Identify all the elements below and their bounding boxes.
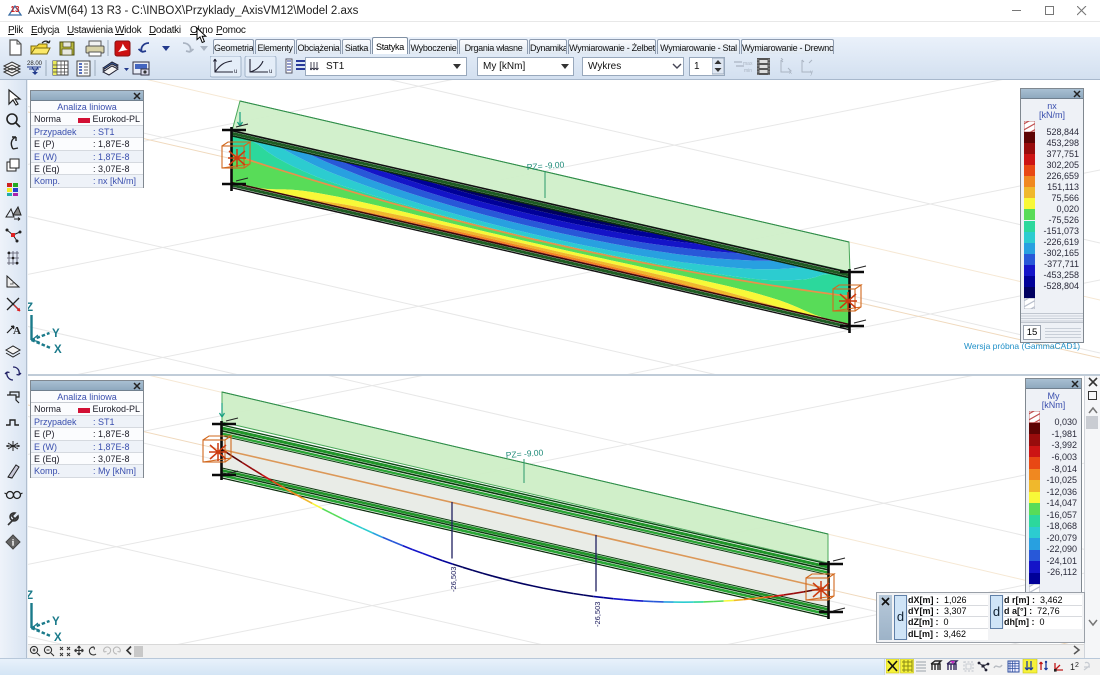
svg-text:13: 13 [11, 5, 20, 14]
svg-text:Y: Y [52, 328, 60, 340]
svg-text:Y: Y [52, 616, 60, 628]
svg-text:-26,503: -26,503 [449, 567, 458, 592]
svg-text:28.00: 28.00 [27, 61, 43, 67]
svg-text:Z: Z [28, 590, 33, 602]
svg-text:PZ= -9.00: PZ= -9.00 [526, 159, 564, 172]
svg-text:X: X [54, 632, 62, 644]
svg-text:u: u [234, 69, 237, 75]
svg-text:u: u [269, 69, 272, 75]
svg-text:X: X [54, 344, 62, 356]
svg-text:A: A [13, 325, 21, 337]
svg-text:PZ= -9.00: PZ= -9.00 [505, 447, 543, 460]
svg-text:min: min [744, 68, 752, 74]
svg-text:y: y [810, 70, 813, 76]
svg-text:x: x [789, 70, 792, 76]
svg-text:2: 2 [1075, 662, 1079, 669]
svg-text:max: max [743, 61, 753, 67]
svg-text:Z: Z [28, 302, 33, 314]
svg-text:-26,503: -26,503 [593, 602, 602, 627]
